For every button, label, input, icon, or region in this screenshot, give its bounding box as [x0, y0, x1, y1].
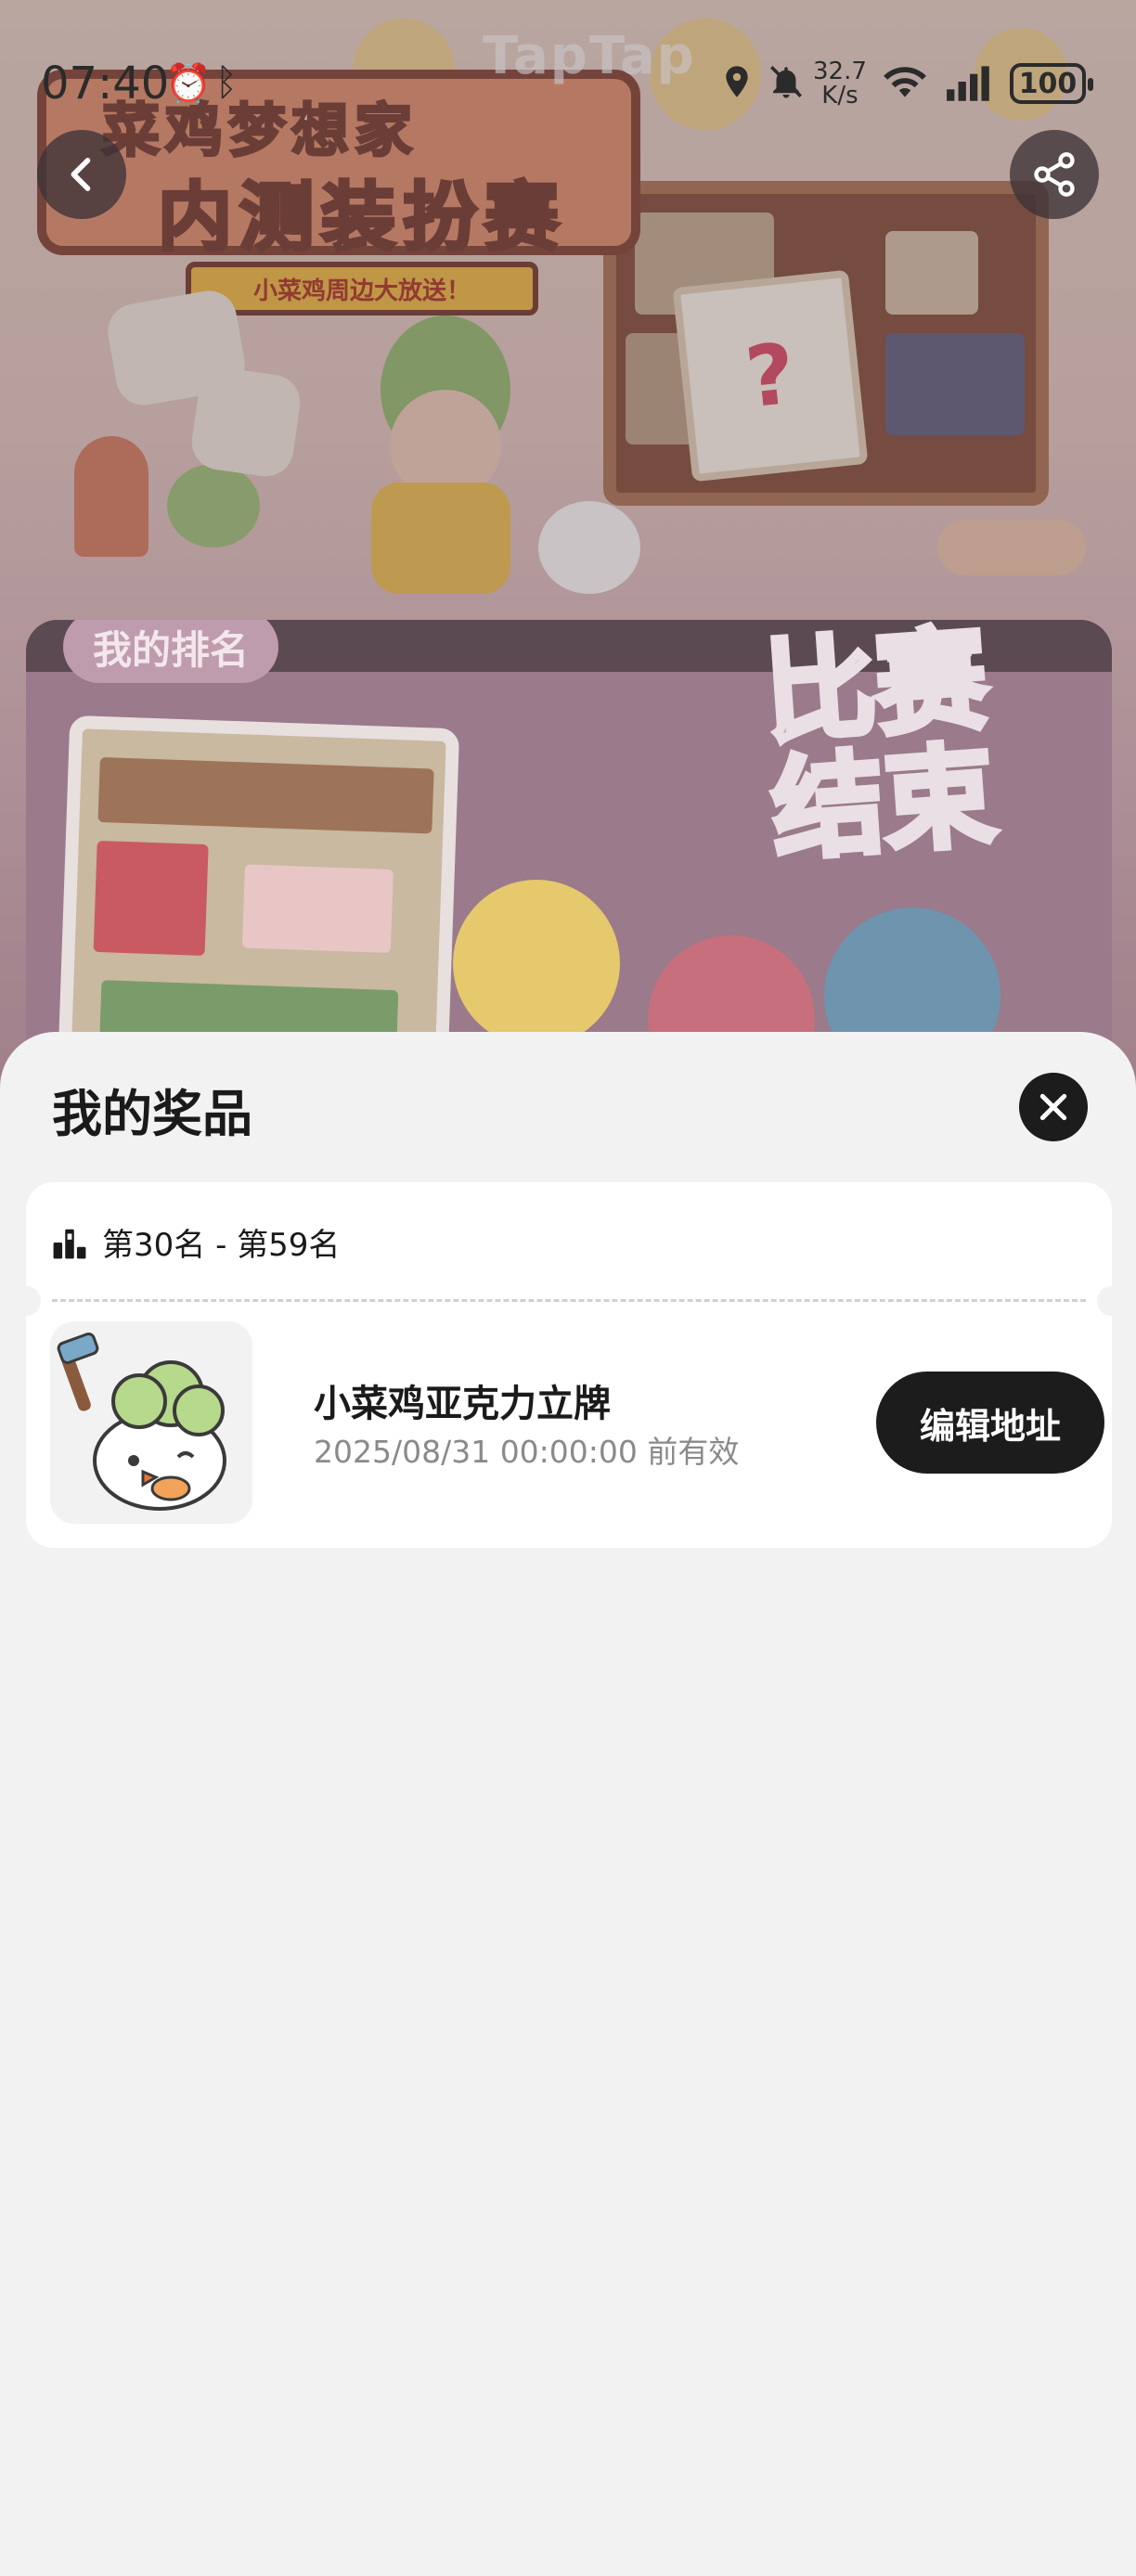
network-speed: 32.7 K/s [813, 59, 867, 108]
close-button[interactable] [1019, 1073, 1088, 1141]
share-icon [1034, 152, 1075, 197]
location-icon [718, 61, 755, 111]
close-icon [1039, 1093, 1067, 1121]
ticket-notch-left [11, 1286, 41, 1316]
bluetooth-icon: ᛒ [215, 61, 238, 104]
ticket-notch-right [1097, 1286, 1127, 1316]
alarm-icon: ⏰ [165, 62, 212, 105]
room-wall [97, 756, 434, 834]
back-button[interactable] [37, 130, 126, 219]
prize-item: 小菜鸡亚克力立牌 2025/08/31 00:00:00 前有效 编辑地址 [50, 1321, 1104, 1524]
speed-value: 32.7 [813, 58, 867, 85]
ended-line2: 结束 [766, 729, 1002, 879]
chevron-left-icon [71, 158, 91, 191]
room-rug [241, 864, 394, 954]
dashed-divider [52, 1299, 1086, 1302]
edit-address-button[interactable]: 编辑地址 [876, 1372, 1104, 1474]
wifi-icon [882, 61, 928, 111]
battery-indicator: 100 [1010, 63, 1093, 104]
sheet-title: 我的奖品 [52, 1085, 252, 1143]
contest-ended-stamp: 比赛 结束 [757, 620, 1002, 879]
rank-range: 第30名 - 第59名 [52, 1219, 340, 1265]
screen: ? 菜鸡梦想家 内测装扮赛 小菜鸡周边大放送！ TapTap 我的排名 比赛 结… [0, 0, 1136, 2576]
rank-range-text: 第30名 - 第59名 [102, 1227, 341, 1264]
my-prizes-sheet: 我的奖品 第30名 - 第59名 小菜鸡亚克力立牌 2025/08/31 00:… [0, 1032, 1136, 2576]
status-bar: 07:40 ⏰ ᛒ 32.7 K/s 100 [0, 0, 1136, 167]
chick-mascot-icon [57, 1333, 226, 1511]
prize-expiry: 2025/08/31 00:00:00 前有效 [314, 1434, 740, 1470]
rank-tag: 我的排名 [63, 620, 279, 683]
share-button[interactable] [1010, 130, 1099, 219]
status-time: 07:40 [41, 58, 170, 109]
mute-bell-icon [767, 61, 806, 111]
signal-icon [945, 61, 995, 111]
star-badge [453, 880, 620, 1047]
prize-image [50, 1321, 252, 1524]
podium-icon [53, 1229, 86, 1258]
prize-card: 第30名 - 第59名 小菜鸡亚克力立牌 2025/08/31 00:00:00… [11, 1182, 1127, 1548]
speed-unit: K/s [821, 82, 858, 109]
room-bed [93, 840, 209, 957]
prize-name: 小菜鸡亚克力立牌 [314, 1383, 611, 1425]
